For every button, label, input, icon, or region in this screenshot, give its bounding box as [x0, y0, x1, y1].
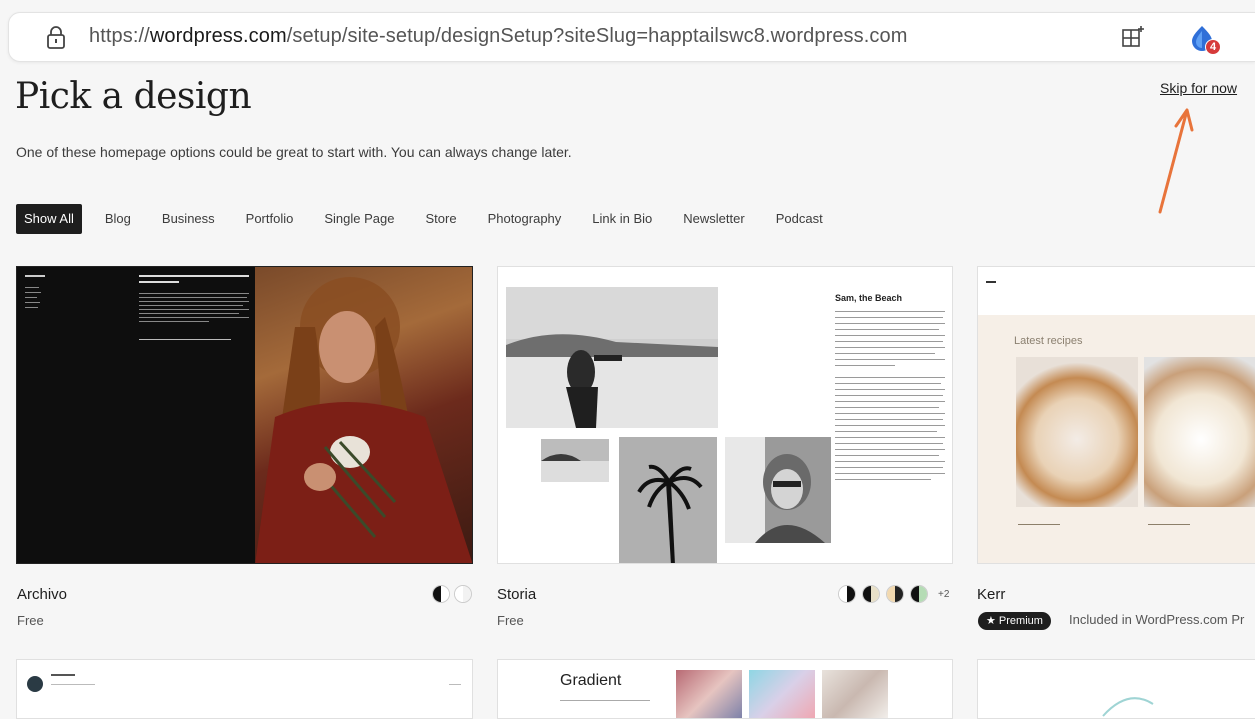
- tab-store[interactable]: Store: [418, 204, 463, 234]
- tab-show-all[interactable]: Show All: [16, 204, 82, 234]
- storia-small-photo: [541, 439, 609, 482]
- tab-link-in-bio[interactable]: Link in Bio: [585, 204, 659, 234]
- design-preview-storia[interactable]: Sam, the Beach: [497, 266, 953, 564]
- design-preview-next-1[interactable]: [16, 659, 473, 719]
- page-subtitle: One of these homepage options could be g…: [16, 144, 572, 160]
- archivo-preview-sidebar: [17, 267, 255, 563]
- skip-for-now-link[interactable]: Skip for now: [1160, 80, 1237, 96]
- kerr-logo: [986, 281, 996, 283]
- storia-palm-photo: [619, 437, 717, 563]
- gradient-swatch-image: [676, 670, 742, 718]
- tab-photography[interactable]: Photography: [481, 204, 569, 234]
- gradient-swatch-image: [822, 670, 888, 718]
- included-plan-text: Included in WordPress.com Pr: [1069, 612, 1245, 627]
- extension-badge: 4: [1205, 39, 1221, 55]
- address-bar[interactable]: https://wordpress.com/setup/site-setup/d…: [8, 12, 1255, 62]
- design-name-storia[interactable]: Storia: [497, 586, 536, 603]
- url-text[interactable]: https://wordpress.com/setup/site-setup/d…: [89, 25, 908, 48]
- premium-badge[interactable]: ★ Premium: [978, 612, 1051, 630]
- more-styles-count: +2: [938, 589, 950, 600]
- tab-portfolio[interactable]: Portfolio: [239, 204, 301, 234]
- annotation-arrow-icon: [1158, 108, 1194, 214]
- tab-single-page[interactable]: Single Page: [317, 204, 401, 234]
- page-title: Pick a design: [15, 76, 252, 117]
- storia-preview-title: Sam, the Beach: [835, 293, 903, 303]
- style-variation-swatch[interactable]: [886, 585, 904, 603]
- tab-newsletter[interactable]: Newsletter: [676, 204, 751, 234]
- preview-logo-icon: [1102, 697, 1154, 717]
- kerr-pie-image: [1016, 357, 1138, 507]
- kerr-preview-heading: Latest recipes: [1014, 335, 1083, 347]
- tab-podcast[interactable]: Podcast: [769, 204, 830, 234]
- design-preview-kerr[interactable]: Latest recipes: [977, 266, 1255, 564]
- gradient-preview-title: Gradient: [560, 672, 622, 689]
- style-variation-swatch[interactable]: [910, 585, 928, 603]
- style-variation-swatch[interactable]: [454, 585, 472, 603]
- design-name-archivo[interactable]: Archivo: [17, 586, 67, 603]
- design-price-archivo: Free: [17, 613, 44, 628]
- design-preview-gradient[interactable]: Gradient: [497, 659, 953, 719]
- split-screen-icon[interactable]: [1121, 25, 1145, 49]
- gradient-swatch-image: [749, 670, 815, 718]
- storia-beach-photo: [506, 287, 718, 428]
- avatar: [27, 676, 43, 692]
- category-tabs: Show All Blog Business Portfolio Single …: [16, 204, 847, 234]
- tab-blog[interactable]: Blog: [98, 204, 138, 234]
- storia-woman-photo: [725, 437, 831, 543]
- style-variation-swatch[interactable]: [838, 585, 856, 603]
- tab-business[interactable]: Business: [155, 204, 222, 234]
- extension-icon[interactable]: 4: [1187, 23, 1221, 55]
- archivo-preview-photo: [255, 267, 472, 563]
- kerr-recipe-link: [1018, 524, 1060, 525]
- design-price-storia: Free: [497, 613, 524, 628]
- kerr-cake-image: [1144, 357, 1255, 507]
- lock-icon[interactable]: [45, 26, 67, 50]
- style-variation-swatch[interactable]: [862, 585, 880, 603]
- kerr-recipe-link: [1148, 524, 1190, 525]
- design-preview-archivo[interactable]: [16, 266, 473, 564]
- design-preview-next-3[interactable]: [977, 659, 1255, 719]
- design-name-kerr[interactable]: Kerr: [977, 586, 1005, 603]
- style-variation-swatch[interactable]: [432, 585, 450, 603]
